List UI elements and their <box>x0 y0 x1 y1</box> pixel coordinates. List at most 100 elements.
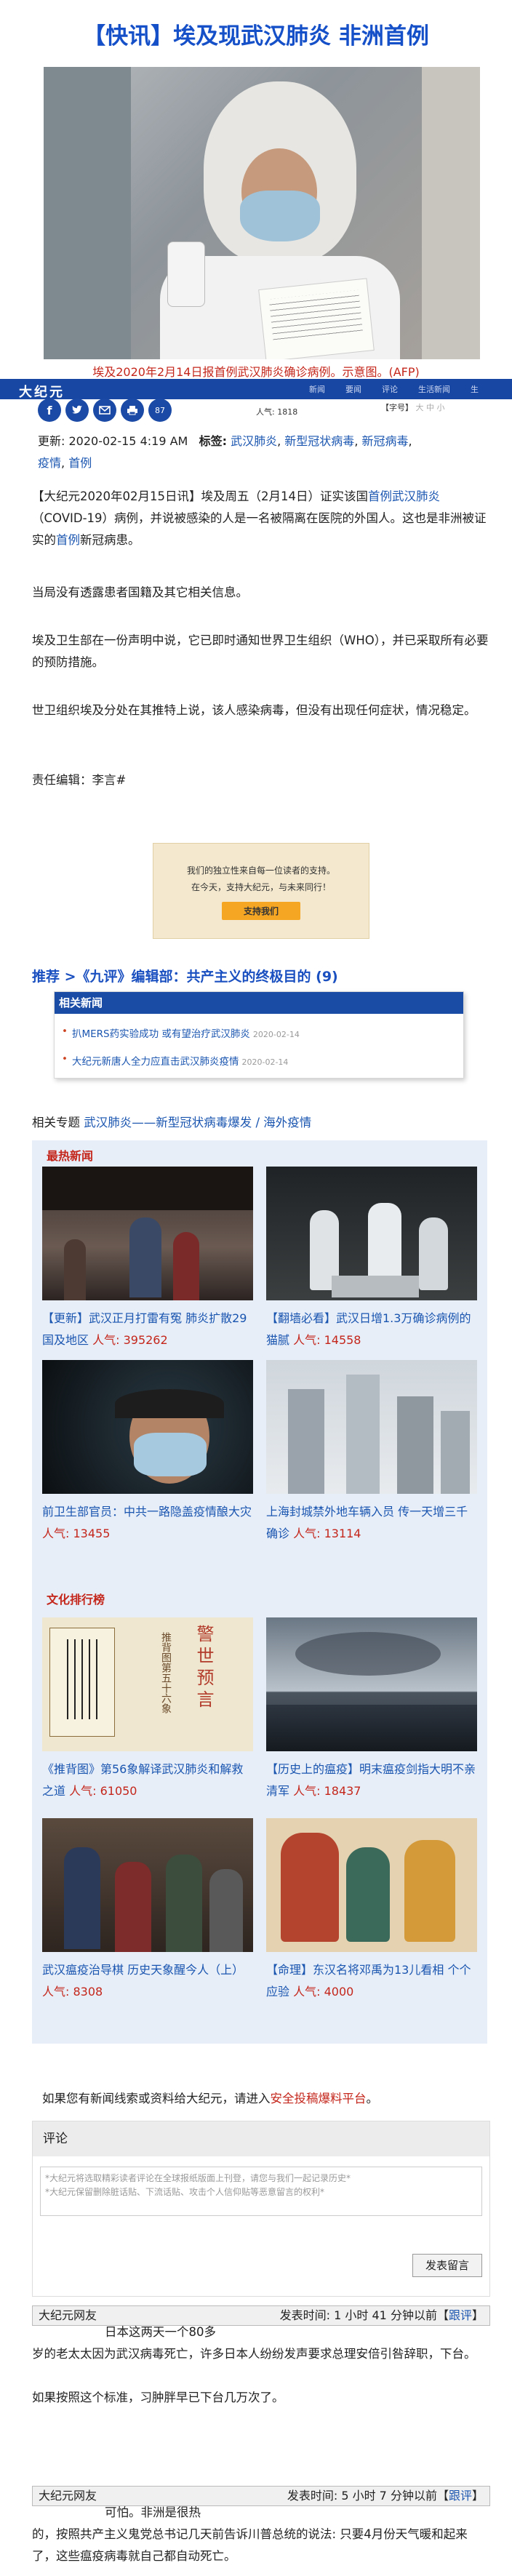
thumbnail-lettering: 警世预言 <box>193 1625 214 1712</box>
popularity: 人气: 61050 <box>69 1784 137 1798</box>
view-count: 人气: 1818 <box>256 407 298 417</box>
facebook-icon: f <box>47 403 52 417</box>
more-share-button[interactable]: 87 <box>148 399 172 422</box>
nav-item-opinion[interactable]: 评论 <box>382 383 398 395</box>
news-thumbnail[interactable] <box>266 1360 477 1494</box>
comment-meta: 大纪元网友 发表时间: 1 小时 41 分钟以前【跟评】 <box>32 2305 490 2326</box>
hot-news-card[interactable]: 【翻墙必看】武汉日增1.3万确诊病例的猫腻 人气: 14558 <box>266 1167 477 1351</box>
ad-line: 我们的独立性来自每一位读者的支持。 <box>186 865 335 876</box>
updated-label: 更新: <box>38 434 65 448</box>
tip-line: 如果您有新闻线索或资料给大纪元，请进入安全投稿爆料平台。 <box>42 2089 378 2106</box>
submit-comment-button[interactable]: 发表留言 <box>412 2254 482 2277</box>
news-thumbnail[interactable] <box>42 1167 253 1300</box>
news-thumbnail[interactable] <box>266 1167 477 1300</box>
paragraph-text: 【大纪元2020年02月15日讯】埃及周五（2月14日）证实该国 <box>32 489 368 503</box>
comment-time: 发表时间: 5 小时 7 分钟以前 <box>287 2489 437 2503</box>
font-size-large[interactable]: 大 <box>416 403 424 412</box>
reply-link[interactable]: 跟评 <box>449 2489 472 2503</box>
related-topic: 相关专题 武汉肺炎——新型冠状病毒爆发 / 海外疫情 <box>32 1113 311 1130</box>
reply-link[interactable]: 跟评 <box>449 2308 472 2322</box>
related-news-box: 相关新闻 扒MERS药实验成功 或有望治疗武汉肺炎2020-02-14 大纪元新… <box>54 991 464 1079</box>
popularity: 人气: 8308 <box>42 1985 103 1999</box>
font-size-small[interactable]: 小 <box>437 403 445 412</box>
twitter-share-button[interactable] <box>65 399 89 422</box>
comment-textarea[interactable]: *大纪元将选取精彩读者评论在全球报纸版面上刊登，请您与我们一起记录历史* *大纪… <box>40 2167 482 2216</box>
related-news-title[interactable]: 大纪元新唐人全力应直击武汉肺炎疫情 <box>72 1056 239 1068</box>
hot-news-title[interactable]: 前卫生部官员：中共一路隐盖疫情酿大灾 <box>42 1505 252 1519</box>
comment-line: 如果按照这个标准，习肿胖早已下台几万次了。 <box>32 2391 284 2404</box>
ad-line: 在今天，支持大纪元，与未来同行！ <box>191 882 331 892</box>
tip-link[interactable]: 安全投稿爆料平台 <box>271 2092 367 2105</box>
nav-item-headlines[interactable]: 要闻 <box>345 383 361 395</box>
support-ad: 我们的独立性来自每一位读者的支持。 在今天，支持大纪元，与未来同行！ 支持我们 <box>153 843 369 939</box>
recommend-link[interactable]: 推荐 >《九评》编辑部：共产主义的终极目的 (9) <box>32 966 338 985</box>
tag-link[interactable]: 首例 <box>68 456 92 470</box>
news-thumbnail[interactable] <box>42 1818 253 1952</box>
share-count: 87 <box>155 405 165 415</box>
related-news-date: 2020-02-14 <box>241 1057 289 1067</box>
top-nav-bar: 大纪元 新闻 要闻 评论 生活新闻 生 <box>0 379 512 399</box>
print-icon <box>127 405 138 415</box>
comment-placeholder: *大纪元保留删除脏话贴、下流话贴、攻击个人信仰贴等恶意留言的权利* <box>45 2187 325 2197</box>
updated-time: 2020-02-15 4:19 AM <box>68 434 188 448</box>
hot-news-card[interactable]: 【更新】武汉正月打雷有冤 肺炎扩散29国及地区 人气: 395262 <box>42 1167 253 1351</box>
news-thumbnail[interactable] <box>266 1818 477 1952</box>
nav-item-more[interactable]: 生 <box>471 383 479 395</box>
article-paragraph: 【大纪元2020年02月15日讯】埃及周五（2月14日）证实该国首例武汉肺炎（C… <box>32 486 490 551</box>
hero-image <box>44 67 480 359</box>
comment-form: 评论 *大纪元将选取精彩读者评论在全球报纸版面上刊登，请您与我们一起记录历史* … <box>32 2121 490 2297</box>
comment-time: 发表时间: 1 小时 41 分钟以前 <box>279 2308 437 2322</box>
comment-line: 的，按照共产主义鬼党总书记几天前告诉川普总统的说法: 只要4月份天气暖和起来了，… <box>32 2527 468 2563</box>
page-title: 【快讯】埃及现武汉肺炎 非洲首例 <box>83 23 429 49</box>
email-share-button[interactable] <box>93 399 116 422</box>
comment-item: 大纪元网友 发表时间: 1 小时 41 分钟以前【跟评】 日本这两天一个80多 … <box>32 2305 490 2409</box>
nav-item-news[interactable]: 新闻 <box>309 383 325 395</box>
comment-header: 评论 <box>33 2121 489 2156</box>
news-thumbnail[interactable] <box>266 1617 477 1751</box>
popularity: 人气: 14558 <box>293 1333 361 1347</box>
comment-line <box>32 2365 490 2387</box>
culture-ranking-panel: 文化排行榜 警世预言 推背图第五十六象 《推背图》第56象解译武汉肺炎和解救之道… <box>32 1578 487 2044</box>
comment-meta: 大纪元网友 发表时间: 5 小时 7 分钟以前【跟评】 <box>32 2486 490 2506</box>
editor-credit: 责任编辑：李言# <box>32 773 127 787</box>
article-paragraph: 当局没有透露患者国籍及其它相关信息。 <box>32 585 248 599</box>
tags-label: 标签: <box>199 434 228 448</box>
comment-line: 岁的老太太因为武汉病毒死亡，许多日本人纷纷发声要求总理安倍引咎辞职，下台。 <box>32 2347 476 2361</box>
thumbnail-lettering: 推背图第五十六象 <box>160 1632 172 1713</box>
popularity: 人气: 13114 <box>293 1527 361 1540</box>
print-share-button[interactable] <box>121 399 144 422</box>
popularity: 人气: 13455 <box>42 1527 111 1540</box>
news-thumbnail[interactable]: 警世预言 推背图第五十六象 <box>42 1617 253 1751</box>
tag-link[interactable]: 新型冠状病毒 <box>284 434 354 448</box>
culture-title[interactable]: 武汉瘟疫治导棋 历史天象醒今人（上） <box>42 1963 244 1977</box>
tag-link[interactable]: 新冠病毒 <box>361 434 408 448</box>
comment-author: 大纪元网友 <box>39 2308 97 2322</box>
news-thumbnail[interactable] <box>42 1360 253 1494</box>
hot-news-card[interactable]: 上海封城禁外地车辆入员 传一天增三千确诊 人气: 13114 <box>266 1360 477 1545</box>
tip-text: 如果您有新闻线索或资料给大纪元，请进入 <box>42 2092 271 2105</box>
comment-item: 大纪元网友 发表时间: 5 小时 7 分钟以前【跟评】 可怕。非洲是很热 的，按… <box>32 2486 490 2567</box>
culture-card[interactable]: 警世预言 推背图第五十六象 《推背图》第56象解译武汉肺炎和解救之道 人气: 6… <box>42 1617 253 1802</box>
popularity: 人气: 18437 <box>293 1784 361 1798</box>
article-link[interactable]: 首例武汉肺炎 <box>368 489 440 503</box>
font-size-medium[interactable]: 中 <box>426 403 434 412</box>
tag-link[interactable]: 疫情 <box>38 456 61 470</box>
email-icon <box>99 406 111 415</box>
popularity: 人气: 395262 <box>92 1333 168 1347</box>
support-button[interactable]: 支持我们 <box>221 902 300 920</box>
hot-news-card[interactable]: 前卫生部官员：中共一路隐盖疫情酿大灾 人气: 13455 <box>42 1360 253 1545</box>
related-news-item[interactable]: 大纪元新唐人全力应直击武汉肺炎疫情2020-02-14 <box>62 1053 289 1068</box>
article-paragraph: 埃及卫生部在一份声明中说，它已即时通知世界卫生组织（WHO），并已采取所有必要的… <box>32 633 489 669</box>
nav-item-life-news[interactable]: 生活新闻 <box>418 383 450 395</box>
font-size-control: 【字号】 大 中 小 <box>381 401 445 413</box>
culture-card[interactable]: 【命理】东汉名将邓禹为13儿看相 个个应验 人气: 4000 <box>266 1818 477 2003</box>
related-news-title[interactable]: 扒MERS药实验成功 或有望治疗武汉肺炎 <box>72 1028 250 1040</box>
related-topic-link[interactable]: 武汉肺炎——新型冠状病毒爆发 / 海外疫情 <box>84 1116 311 1129</box>
related-news-date: 2020-02-14 <box>252 1030 300 1039</box>
culture-card[interactable]: 【历史上的瘟疫】明末瘟疫剑指大明不亲清军 人气: 18437 <box>266 1617 477 1802</box>
facebook-share-button[interactable]: f <box>38 399 61 422</box>
tag-link[interactable]: 武汉肺炎 <box>231 434 277 448</box>
culture-card[interactable]: 武汉瘟疫治导棋 历史天象醒今人（上） 人气: 8308 <box>42 1818 253 2003</box>
related-news-item[interactable]: 扒MERS药实验成功 或有望治疗武汉肺炎2020-02-14 <box>62 1025 300 1040</box>
article-link[interactable]: 首例 <box>56 533 80 547</box>
